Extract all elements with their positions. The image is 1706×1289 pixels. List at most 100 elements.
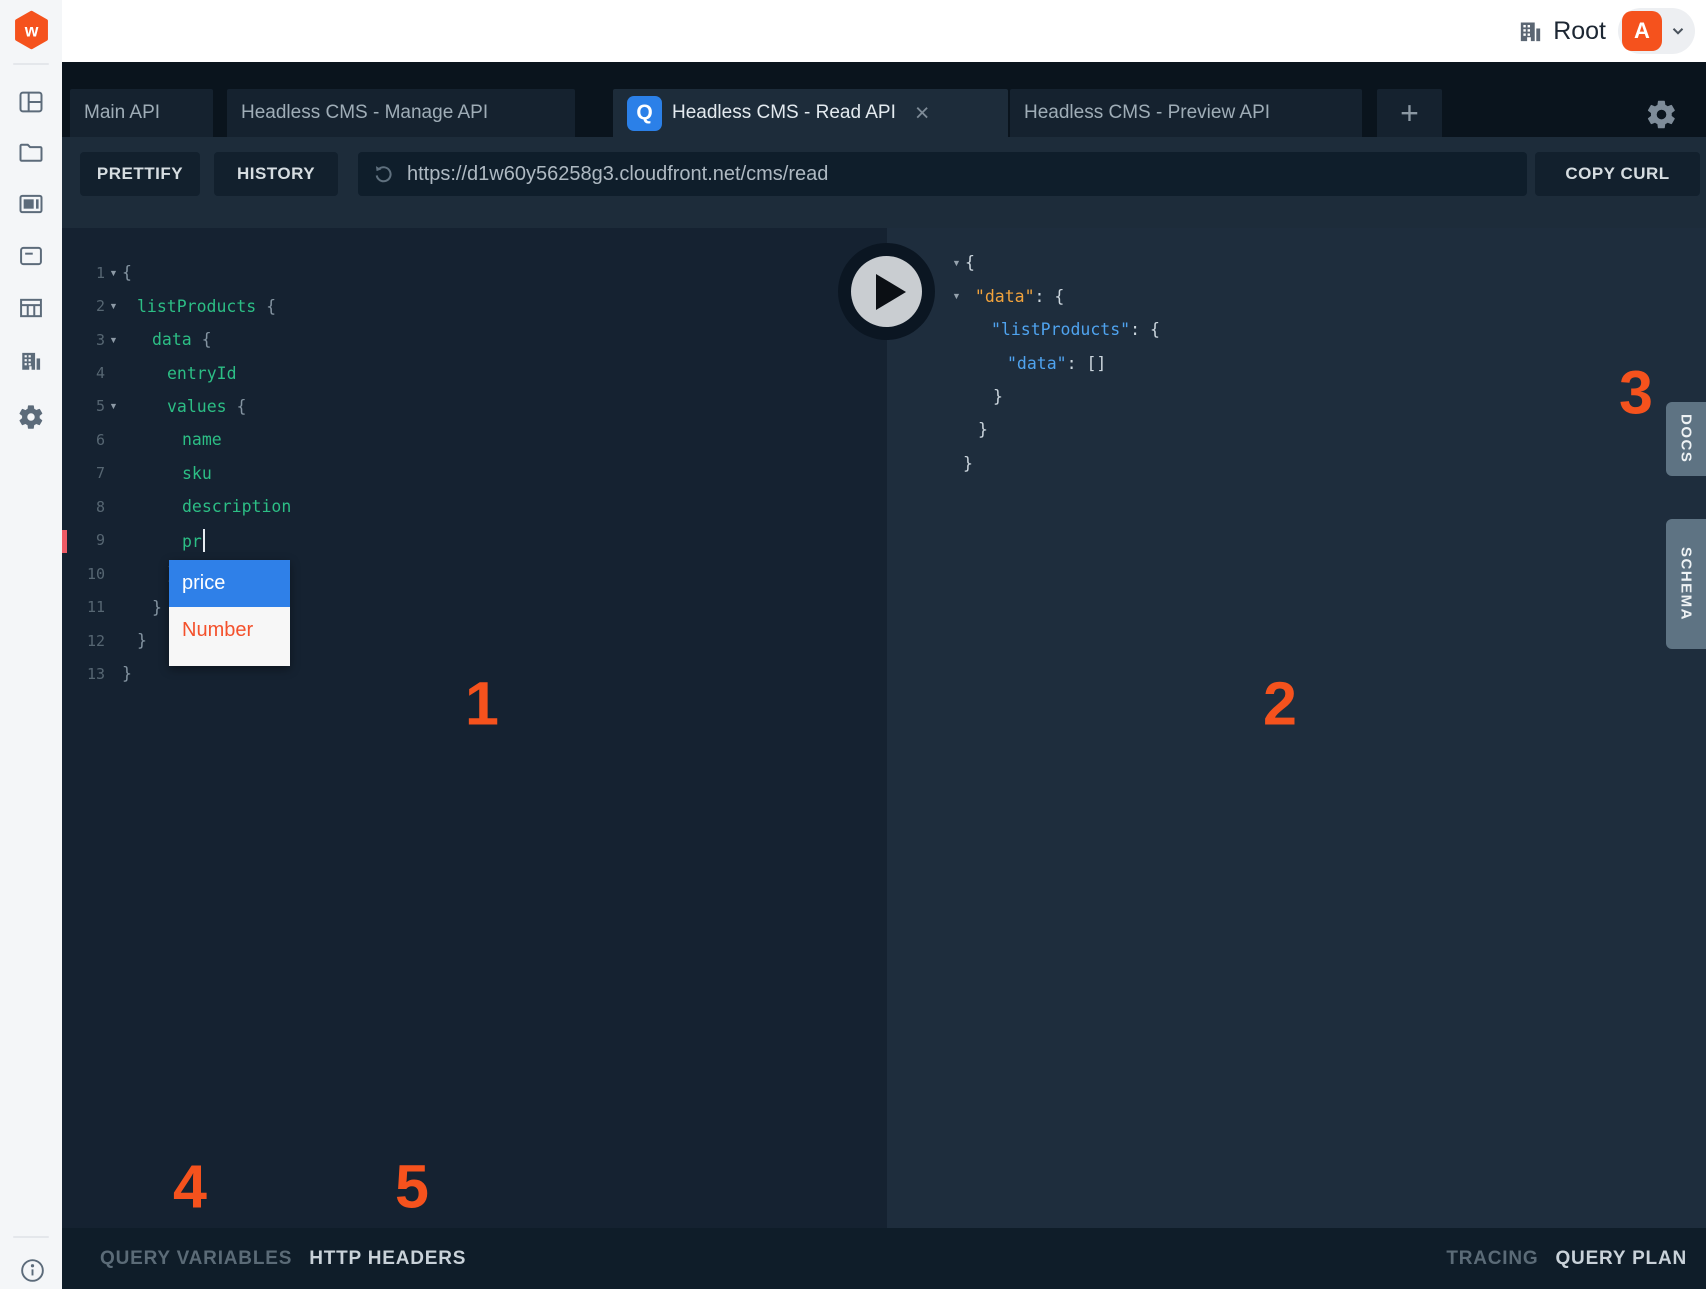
code-text: { <box>122 263 132 282</box>
topbar: Root A <box>62 0 1706 62</box>
tab-headless-cms-preview-api[interactable]: Headless CMS - Preview API <box>1010 89 1362 137</box>
query-plan-tab[interactable]: QUERY PLAN <box>1555 1248 1687 1270</box>
editor-line[interactable]: 9pr <box>62 524 887 557</box>
query-variables-tab[interactable]: QUERY VARIABLES <box>100 1248 292 1270</box>
result-line: "listProducts": { <box>952 313 1706 346</box>
table-icon[interactable] <box>17 294 45 322</box>
endpoint-url-text: https://d1w60y56258g3.cloudfront.net/cms… <box>407 163 828 186</box>
code-text: } <box>952 420 988 439</box>
result-line: } <box>952 413 1706 446</box>
fold-arrow-icon[interactable]: ▼ <box>952 258 965 268</box>
fold-arrow-icon[interactable]: ▼ <box>105 268 122 278</box>
history-button[interactable]: HISTORY <box>214 152 338 196</box>
tab-headless-cms-manage-api[interactable]: Headless CMS - Manage API <box>227 89 575 137</box>
prettify-button[interactable]: PRETTIFY <box>80 152 200 196</box>
editor-line[interactable]: 2▼listProducts { <box>62 289 887 322</box>
editor-line[interactable]: 7sku <box>62 457 887 490</box>
form-icon[interactable] <box>17 242 45 270</box>
editor-line[interactable]: 6 name <box>62 423 887 456</box>
execute-button[interactable] <box>838 243 935 340</box>
tenant-selector-group: Root A <box>1516 0 1695 62</box>
code-text: description <box>122 497 291 516</box>
tracing-tab[interactable]: TRACING <box>1446 1248 1538 1270</box>
fold-arrow-icon[interactable]: ▼ <box>952 291 965 301</box>
code-text: } <box>122 598 162 617</box>
logo-letter: w <box>24 20 39 40</box>
endpoint-url-input[interactable]: https://d1w60y56258g3.cloudfront.net/cms… <box>358 152 1527 196</box>
sidebar: w <box>0 0 62 1289</box>
sidebar-divider-top <box>13 63 49 65</box>
docs-tab[interactable]: DOCS <box>1666 402 1706 476</box>
info-icon[interactable] <box>19 1257 46 1284</box>
building-icon <box>1516 17 1545 46</box>
avatar[interactable]: A <box>1622 11 1662 51</box>
gear-icon[interactable] <box>1645 98 1678 131</box>
schema-tab[interactable]: SCHEMA <box>1666 519 1706 649</box>
http-headers-tab[interactable]: HTTP HEADERS <box>309 1248 466 1270</box>
layout-icon[interactable] <box>17 88 45 116</box>
code-text: { <box>965 253 975 272</box>
code-text: name <box>122 430 222 449</box>
text-cursor <box>203 529 205 552</box>
code-text: "data": [] <box>952 354 1106 373</box>
folder-icon[interactable] <box>17 138 45 166</box>
tab-headless-cms-read-api[interactable]: QHeadless CMS - Read API× <box>613 89 1008 137</box>
line-number: 10 <box>62 565 105 583</box>
query-tab-icon: Q <box>627 96 662 131</box>
query-editor[interactable]: 1▼{2▼listProducts {3▼data {4entryId5▼val… <box>62 228 887 1228</box>
code-text: data { <box>122 330 212 349</box>
editor-line[interactable]: 5▼values { <box>62 390 887 423</box>
chevron-down-icon <box>1669 22 1687 40</box>
code-text: "listProducts": { <box>952 320 1160 339</box>
result-line: "data": [] <box>952 346 1706 379</box>
reload-icon[interactable] <box>372 163 395 186</box>
code-text: sku <box>122 464 212 483</box>
code-text: listProducts { <box>122 297 276 316</box>
close-tab-icon[interactable]: × <box>915 101 930 126</box>
autocomplete-popup: priceNumber <box>169 560 290 666</box>
tab-main-api[interactable]: Main API <box>70 89 213 137</box>
code-text: "data": { <box>965 287 1064 306</box>
code-text: pr <box>122 529 205 552</box>
workspace: 1▼{2▼listProducts {3▼data {4entryId5▼val… <box>62 228 1706 1228</box>
add-tab-button[interactable]: + <box>1377 89 1442 137</box>
code-text: } <box>952 454 973 473</box>
code-text: } <box>122 631 147 650</box>
fold-arrow-icon[interactable]: ▼ <box>105 301 122 311</box>
copy-curl-button[interactable]: COPY CURL <box>1535 152 1700 196</box>
line-number: 2 <box>62 297 105 315</box>
app-root: w <box>0 0 1706 1289</box>
webiny-logo[interactable]: w <box>14 9 49 51</box>
autocomplete-item-price[interactable]: price <box>169 560 290 607</box>
code-text: entryId <box>122 364 237 383</box>
tenant-icon[interactable] <box>17 347 45 375</box>
graphql-playground: Main APIHeadless CMS - Manage APIQHeadle… <box>62 62 1706 1289</box>
editor-line[interactable]: 1▼{ <box>62 256 887 289</box>
result-line: } <box>952 380 1706 413</box>
line-number: 4 <box>62 364 105 382</box>
editor-line[interactable]: 4 entryId <box>62 356 887 389</box>
result-line: ▼ "data": { <box>952 279 1706 312</box>
settings-icon[interactable] <box>17 403 45 431</box>
tab-label: Main API <box>84 102 160 124</box>
page-builder-icon[interactable] <box>17 190 45 218</box>
line-number: 6 <box>62 431 105 449</box>
account-menu-button[interactable]: A <box>1618 8 1695 54</box>
editor-line[interactable]: 8 description <box>62 490 887 523</box>
sidebar-divider-bottom <box>13 1236 49 1238</box>
line-number: 13 <box>62 665 105 683</box>
autocomplete-item-number[interactable]: Number <box>169 607 290 654</box>
editor-toolbar: PRETTIFY HISTORY https://d1w60y56258g3.c… <box>62 137 1706 228</box>
line-number: 1 <box>62 264 105 282</box>
fold-arrow-icon[interactable]: ▼ <box>105 335 122 345</box>
code-text: } <box>122 664 132 683</box>
tenant-label: Root <box>1553 17 1606 46</box>
tab-strip: Main APIHeadless CMS - Manage APIQHeadle… <box>62 62 1706 137</box>
tab-label: Headless CMS - Preview API <box>1024 102 1270 124</box>
tab-label: + <box>1400 95 1419 132</box>
editor-line[interactable]: 3▼data { <box>62 323 887 356</box>
line-number: 5 <box>62 397 105 415</box>
line-number: 8 <box>62 498 105 516</box>
fold-arrow-icon[interactable]: ▼ <box>105 401 122 411</box>
result-line: ▼{ <box>952 246 1706 279</box>
